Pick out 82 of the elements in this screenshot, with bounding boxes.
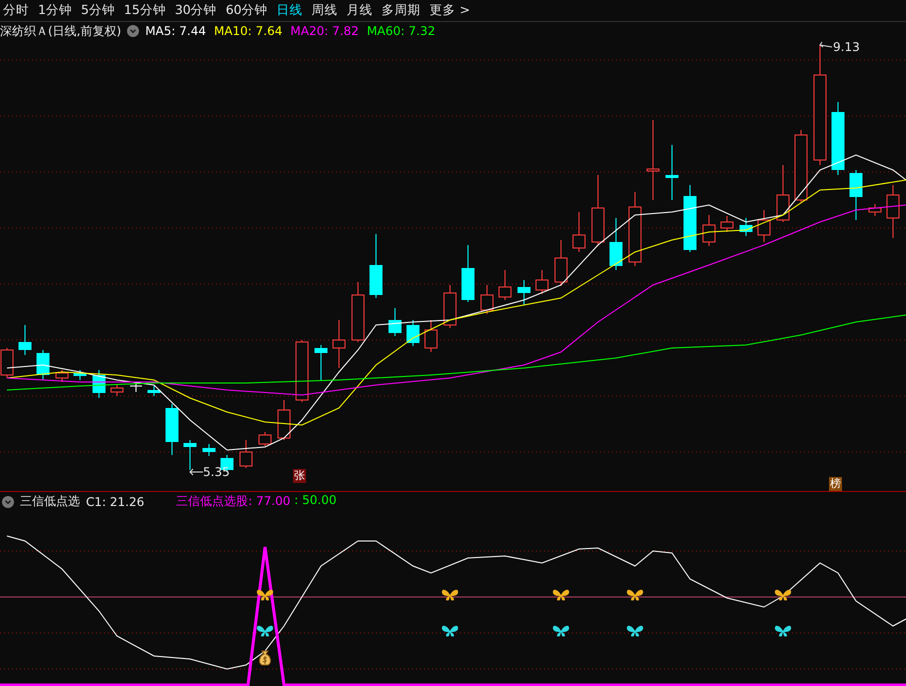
butterfly-icon (442, 590, 458, 601)
candlestick (130, 382, 142, 392)
candlestick (0, 348, 14, 378)
candlestick (202, 444, 216, 456)
butterfly-icon (552, 626, 570, 637)
candlestick (240, 440, 252, 468)
candlestick (536, 270, 548, 294)
timeframe-tab[interactable]: 日线 (276, 2, 303, 19)
candlestick (352, 282, 364, 342)
candlestick (610, 218, 622, 270)
candlestick (740, 218, 752, 236)
candlestick (74, 370, 86, 380)
indicator-value: 三信低点选股: 77.00 (176, 493, 290, 510)
candlestick (370, 234, 382, 298)
chart-title: 深纺织Ａ(日线,前复权) (0, 22, 122, 40)
timeframe-tab[interactable]: 周线 (312, 2, 338, 19)
candlestick (518, 280, 530, 306)
timeframe-tab[interactable]: 多周期 (382, 2, 421, 19)
candlestick (406, 320, 420, 346)
leader-line (819, 42, 832, 48)
butterfly-icon (552, 590, 570, 601)
timeframe-tab[interactable]: 30分钟 (174, 2, 217, 19)
candlestick (666, 144, 678, 200)
timeframe-tab[interactable]: 更多 > (430, 2, 470, 19)
ma-value: MA10: 7.64 (214, 24, 282, 38)
candlestick (148, 386, 160, 396)
candlestick (498, 270, 512, 300)
indicator-value: : 50.00 (293, 493, 336, 509)
butterfly-icon (626, 590, 644, 601)
candlestick (278, 400, 290, 440)
timeframe-tab[interactable]: 分时 (3, 2, 29, 19)
timeframe-tab[interactable]: 5分钟 (80, 2, 115, 19)
price-label: 9.13 (833, 40, 860, 54)
candlestick (258, 432, 272, 446)
leader-line (189, 468, 204, 476)
candlestick (592, 174, 604, 246)
candlestick (296, 340, 308, 402)
butterfly-icon (256, 626, 274, 637)
candlestick (868, 204, 882, 216)
butterfly-icon (626, 626, 644, 637)
candlestick (166, 404, 178, 456)
butterfly-icon (774, 626, 792, 637)
indicator-name: 三信低点选 (20, 493, 80, 510)
dropdown-icon[interactable] (2, 496, 14, 508)
candlestick (480, 284, 494, 314)
candlestick (110, 384, 124, 396)
indicator-value: C1: 21.26 (86, 494, 144, 508)
candlestick (424, 320, 438, 352)
candlestick (776, 164, 790, 222)
candlestick (850, 170, 862, 220)
candlestick (388, 308, 402, 336)
candlestick (36, 350, 50, 380)
candlestick (184, 440, 196, 470)
candlestick (554, 240, 568, 286)
candlestick (56, 370, 68, 382)
marker-badge: 榜 (829, 477, 842, 491)
butterfly-icon (256, 590, 274, 601)
money-bag-icon (259, 650, 271, 666)
timeframe-tab[interactable]: 月线 (346, 2, 373, 19)
timeframe-tab[interactable]: 60分钟 (226, 2, 268, 19)
candlestick (702, 214, 716, 246)
candlestick (92, 370, 106, 398)
candlestick (462, 244, 474, 302)
candlestick (314, 344, 328, 380)
price-label: 5.35 (203, 465, 230, 479)
ma-value: MA20: 7.82 (290, 24, 359, 38)
candlestick (886, 184, 900, 238)
candlestick (332, 320, 346, 368)
butterfly-icon (774, 590, 792, 601)
candlestick (684, 184, 696, 252)
butterfly-icon (442, 626, 458, 637)
ma-value: MA60: 7.32 (366, 24, 436, 38)
candlestick (18, 324, 32, 356)
candlestick (572, 212, 586, 252)
timeframe-tab[interactable]: 15分钟 (124, 2, 166, 19)
candlestick (720, 216, 734, 232)
ma-value: MA5: 7.44 (145, 24, 206, 38)
dropdown-icon[interactable] (127, 25, 140, 37)
candlestick (758, 210, 770, 242)
marker-badge: 张 (293, 469, 306, 483)
candlestick (444, 284, 456, 328)
timeframe-tab[interactable]: 1分钟 (38, 2, 72, 19)
